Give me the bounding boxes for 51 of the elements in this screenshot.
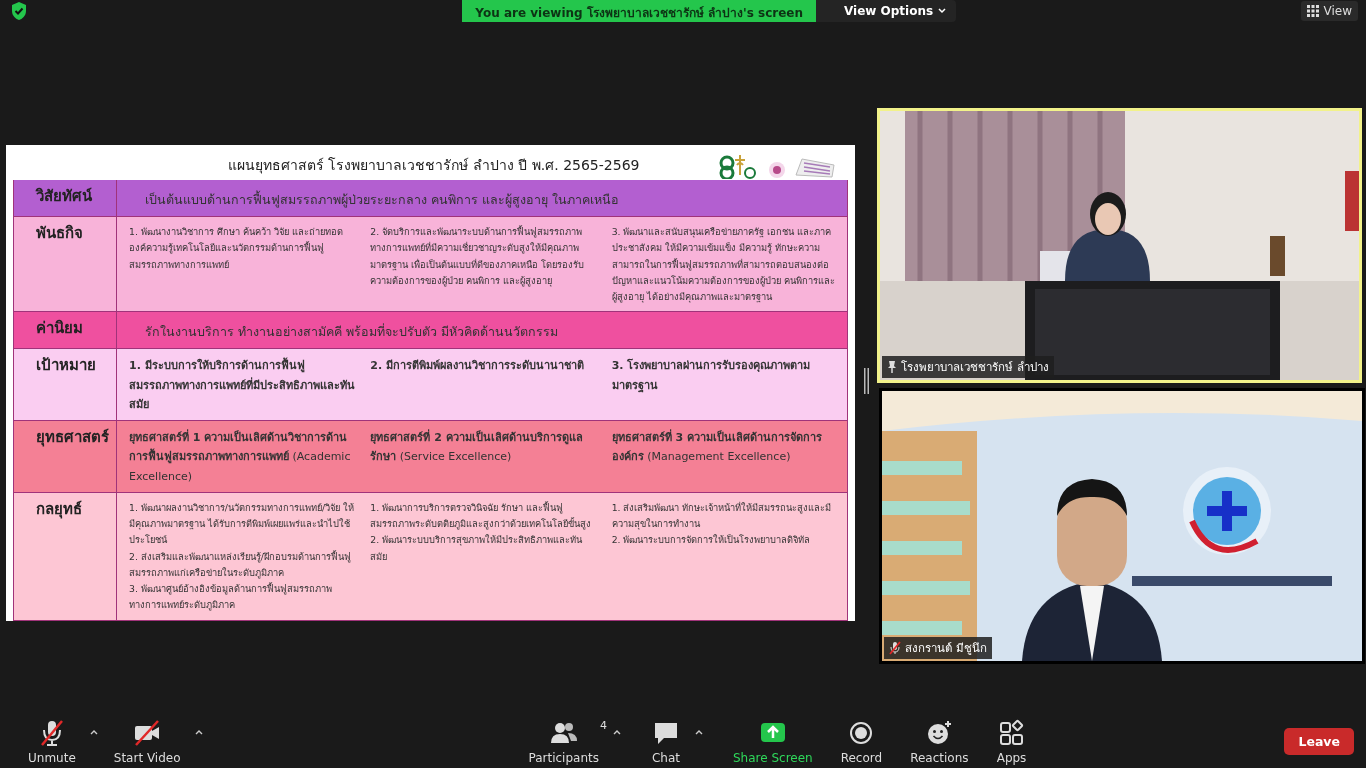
table-cell-text: 3. พัฒนาศูนย์อ้างอิงข้อมูลด้านการฟื้นฟูสมรรถภาพทางการแพทย์ระดับภูมิภาค bbox=[129, 581, 333, 613]
row-header: เป้าหมาย bbox=[14, 349, 117, 421]
table-cell-text: 3. พัฒนาและสนับสนุนเครือข่ายภาครัฐ เอกชน และภาคประชาสังคม ให้มีความเข้มแข็ง มีความรู้ ทักษะความสามารถในการฟื้นฟูสมรรถภาพที่สามารถตอบสนองต่อปัญหาและแนวโน้มความต้องการของผู้ป่วย คนพิการและผู้สูงอายุ ได้อย่างมีคุณภาพและมาตรฐาน bbox=[611, 225, 836, 305]
table-cell-text: 2. จัดบริการและพัฒนาระบบด้านการฟื้นฟูสมรรถภาพทางการแพทย์ที่มีความเชี่ยวชาญระดับสูงให้มีคุณภาพมาตรฐาน เพื่อเป็นต้นแบบที่ดีของภาคเหนือ โดยรองรับความต้องการของผู้ป่วย คนพิการ และผู้สูงอายุ bbox=[370, 224, 586, 289]
table-cell-text: 1. พัฒนาผลงานวิชาการ/นวัตกรรมทางการแพทย์/วิจัย ให้มีคุณภาพมาตรฐาน ได้รับการตีพิมพ์เผยแพร่และนำไปใช้ประโยชน์ bbox=[129, 500, 356, 548]
table-cell-text: 3. โรงพยาบาลผ่านการรับรองคุณภาพตามมาตรฐาน bbox=[611, 357, 812, 395]
toolbar-button[interactable]: Share Screen bbox=[727, 716, 819, 767]
table-cell-text: ยุทธศาสตร์ที่ 3 ความเป็นเลิศด้านการจัดการองค์กร (Management Excellence) bbox=[611, 428, 823, 466]
row-header: ค่านิยม bbox=[14, 312, 117, 349]
caret-icon bbox=[194, 729, 203, 735]
table-cell-text: ยุทธศาสตร์ที่ 1 ความเป็นเลิศด้านวิชาการด้านการฟื้นฟูสมรรถภาพทางการแพทย์ (Academic Excellence) bbox=[129, 428, 352, 485]
table-cell-text: 1. ส่งเสริมพัฒนา ทักษะเจ้าหน้าที่ให้มีสมรรถนะสูงและมีความสุขในการทำงาน bbox=[611, 500, 833, 532]
toolbar-button[interactable]: Chat bbox=[645, 716, 687, 767]
row-header: ยุทธศาสตร์ bbox=[14, 421, 117, 492]
participant-name: โรงพยาบาลเวชชารักษ์ ลำปาง bbox=[901, 359, 1049, 376]
caret-icon bbox=[938, 8, 947, 14]
caret-icon bbox=[89, 729, 98, 735]
table-cell-text: ยุทธศาสตร์ที่ 2 ความเป็นเลิศด้านบริการดูแลรักษา (Service Excellence) bbox=[370, 428, 584, 466]
grid-icon bbox=[1306, 5, 1319, 17]
splitter-handle-icon bbox=[864, 368, 869, 394]
toolbar-button[interactable]: 4 Participants bbox=[522, 716, 605, 767]
table-cell-text: 1. พัฒนางานวิชาการ ศึกษา ค้นคว้า วิจัย และถ่ายทอดองค์ความรู้เทคโนโลยีและนวัตกรรมด้านการฟื้นฟูสมรรถภาพทางการแพทย์ bbox=[129, 225, 344, 272]
toolbar-button[interactable]: Start Video bbox=[107, 716, 187, 767]
toolbar-button[interactable]: Reactions bbox=[904, 716, 975, 767]
emblem-icon bbox=[768, 160, 786, 179]
row-header: พันธกิจ bbox=[14, 217, 117, 312]
leave-button[interactable]: Leave bbox=[1284, 728, 1354, 755]
caret-icon bbox=[613, 729, 621, 735]
toolbar-button[interactable]: Record bbox=[834, 716, 889, 767]
table-cell-text: 2. ส่งเสริมและพัฒนาแหล่งเรียนรู้/ฝึกอบรมด้านการฟื้นฟูสมรรถภาพแก่เครือข่ายในระดับภูมิภาค bbox=[129, 549, 352, 581]
toolbar-button[interactable]: Unmute bbox=[22, 716, 82, 767]
table-cell-text: 2. พัฒนาระบบบริการสุขภาพให้มีประสิทธิภาพและทันสมัย bbox=[370, 533, 584, 564]
row-header: กลยุทธ์ bbox=[14, 492, 117, 620]
pin-icon bbox=[887, 360, 897, 374]
table-cell-text: 1. มีระบบการให้บริการด้านการฟื้นฟูสมรรถภาพทางการแพทย์ที่มีประสิทธิภาพและทันสมัย bbox=[129, 356, 356, 413]
table-cell-text: 2. มีการตีพิมพ์ผลงานวิชาการระดับนานาชาติ bbox=[370, 358, 585, 375]
muted-mic-icon bbox=[889, 641, 901, 655]
participant-name: สงกรานต์ มีชูนึก bbox=[905, 640, 987, 657]
table-cell-text: 2. พัฒนาระบบการจัดการให้เป็นโรงพยาบาลดิจิทัล bbox=[611, 533, 812, 548]
table-cell-text: เป็นต้นแบบด้านการฟื้นฟูสมรรถภาพผู้ป่วยระยะกลาง คนพิการ และผู้สูงอายุ ในภาคเหนือ bbox=[144, 189, 620, 210]
shield-icon bbox=[10, 1, 28, 21]
caret-icon bbox=[695, 729, 703, 735]
row-header: วิสัยทัศน์ bbox=[14, 180, 117, 216]
slide-title: แผนยุทธศาสตร์ โรงพยาบาลเวชชารักษ์ ลำปาง ปี พ.ศ. 2565-2569 bbox=[228, 155, 640, 176]
table-cell-text: 1. พัฒนาการบริการตรวจวินิจฉัย รักษา และฟื้นฟูสมรรถภาพระดับตติยภูมิและสูงกว่าด้วยเทคโนโลยีขั้นสูง bbox=[370, 500, 593, 532]
participant-count: 4 bbox=[600, 718, 607, 732]
view-options-button[interactable]: View Options bbox=[816, 0, 957, 22]
table-cell-text: รักในงานบริการ ทำงานอย่างสามัคคี พร้อมที่จะปรับตัว มีหัวคิดด้านนวัตกรรม bbox=[144, 322, 559, 342]
view-button[interactable]: View bbox=[1300, 1, 1358, 21]
viewing-banner: You are viewing โรงพยาบาลเวชชารักษ์ ลำปาง's screen bbox=[462, 0, 816, 22]
toolbar-button[interactable]: Apps bbox=[990, 716, 1033, 767]
